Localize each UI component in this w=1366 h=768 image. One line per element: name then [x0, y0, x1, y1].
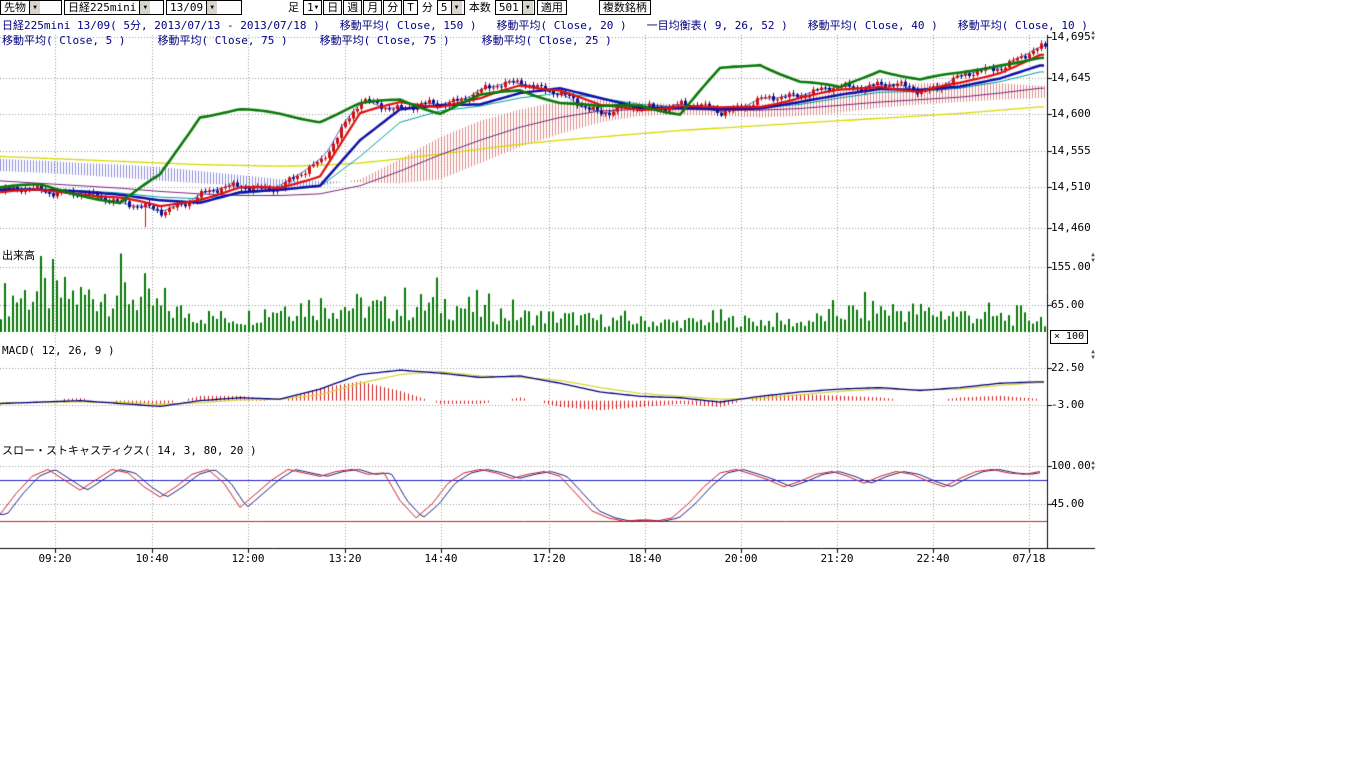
app-window: 先物 ▼ 日経225mini ▼ 13/09 ▼ 足 1▼日週月分T 分 5 ▼…	[0, 0, 1366, 768]
macd-panel-label: MACD( 12, 26, 9 )	[2, 344, 115, 357]
chart-area: 日経225mini 13/09( 5分, 2013/07/13 - 2013/0…	[0, 15, 1100, 575]
time-axis-label: 14:40	[419, 552, 463, 565]
price-axis-label: 14,510	[1051, 180, 1091, 193]
bar-type-label: 足	[286, 0, 301, 15]
timeframe-button-週[interactable]: 週	[343, 0, 362, 15]
stoch-panel-label: スロー・ストキャスティクス( 14, 3, 80, 20 )	[2, 442, 257, 458]
price-axis-label: 14,645	[1051, 71, 1091, 84]
price-axis-label: 14,600	[1051, 107, 1091, 120]
dropdown-arrow-icon[interactable]: ▼	[29, 1, 40, 14]
instrument-type-select[interactable]: 先物 ▼	[0, 0, 62, 15]
stoch-axis-label: 100.00	[1051, 459, 1091, 472]
stoch-axis-label: 45.00	[1051, 497, 1084, 510]
legend-item: 移動平均( Close, 75 )	[157, 32, 287, 48]
contract-month-select[interactable]: 13/09 ▼	[166, 0, 242, 15]
dropdown-arrow-icon: ▼	[315, 1, 319, 14]
time-axis-label: 13:20	[323, 552, 367, 565]
timeframe-button-T[interactable]: T	[403, 0, 418, 15]
contract-month-value: 13/09	[167, 1, 206, 14]
instrument-value: 日経225mini	[65, 1, 139, 14]
macd-axis-label: -3.00	[1051, 398, 1084, 411]
volume-multiplier-badge: × 100	[1050, 330, 1088, 344]
legend-item: 移動平均( Close, 75 )	[320, 32, 450, 48]
dropdown-arrow-icon[interactable]: ▼	[206, 1, 217, 14]
dropdown-arrow-icon[interactable]: ▼	[451, 1, 462, 14]
legend-item: 移動平均( Close, 150 )	[340, 17, 477, 33]
time-axis-label: 12:00	[226, 552, 270, 565]
timeframe-button-1[interactable]: 1▼	[303, 0, 322, 15]
legend-item: 一目均衡表( 9, 26, 52 )	[647, 17, 788, 33]
timeframe-button-分[interactable]: 分	[383, 0, 402, 15]
volume-panel-label: 出来高	[2, 247, 35, 263]
legend-item: 移動平均( Close, 25 )	[482, 32, 612, 48]
minute-select[interactable]: 5 ▼	[437, 0, 465, 15]
toolbar: 先物 ▼ 日経225mini ▼ 13/09 ▼ 足 1▼日週月分T 分 5 ▼…	[0, 0, 651, 15]
dropdown-arrow-icon[interactable]: ▼	[139, 1, 150, 14]
bar-count-label: 本数	[467, 0, 493, 15]
apply-button[interactable]: 適用	[537, 0, 567, 15]
legend-item: 移動平均( Close, 20 )	[497, 17, 627, 33]
volume-axis-label: 155.00	[1051, 260, 1091, 273]
time-axis-label: 22:40	[911, 552, 955, 565]
time-axis-label: 18:40	[623, 552, 667, 565]
minute-value: 5	[438, 1, 451, 14]
instrument-type-value: 先物	[1, 1, 29, 14]
price-axis-label: 14,695	[1051, 30, 1091, 43]
legend-item: 移動平均( Close, 5 )	[2, 32, 125, 48]
time-axis-label: 20:00	[719, 552, 763, 565]
chart-legend-line1: 日経225mini 13/09( 5分, 2013/07/13 - 2013/0…	[2, 17, 1088, 33]
timeframe-button-月[interactable]: 月	[363, 0, 382, 15]
time-axis-label: 17:20	[527, 552, 571, 565]
timeframe-button-日[interactable]: 日	[323, 0, 342, 15]
legend-item: 移動平均( Close, 40 )	[808, 17, 938, 33]
volume-axis-label: 65.00	[1051, 298, 1084, 311]
time-axis-label: 21:20	[815, 552, 859, 565]
instrument-select[interactable]: 日経225mini ▼	[64, 0, 164, 15]
macd-panel-scale-spinner[interactable]: ▲▼	[1088, 349, 1098, 361]
multi-symbol-button[interactable]: 複数銘柄	[599, 0, 651, 15]
timeframe-buttons: 1▼日週月分T	[303, 0, 418, 15]
time-axis-label: 09:20	[33, 552, 77, 565]
minute-label: 分	[420, 0, 435, 15]
chart-canvas[interactable]	[0, 15, 1100, 575]
bar-count-select[interactable]: 501 ▼	[495, 0, 535, 15]
macd-axis-label: 22.50	[1051, 361, 1084, 374]
dropdown-arrow-icon[interactable]: ▼	[522, 1, 533, 14]
time-axis-label: 10:40	[130, 552, 174, 565]
price-axis-label: 14,555	[1051, 144, 1091, 157]
legend-item: 日経225mini 13/09( 5分, 2013/07/13 - 2013/0…	[2, 17, 320, 33]
bar-count-value: 501	[496, 1, 522, 14]
time-axis-label: 07/18	[1007, 552, 1051, 565]
price-axis-label: 14,460	[1051, 221, 1091, 234]
chart-legend-line2: 移動平均( Close, 5 ) 移動平均( Close, 75 ) 移動平均( C…	[2, 32, 612, 48]
